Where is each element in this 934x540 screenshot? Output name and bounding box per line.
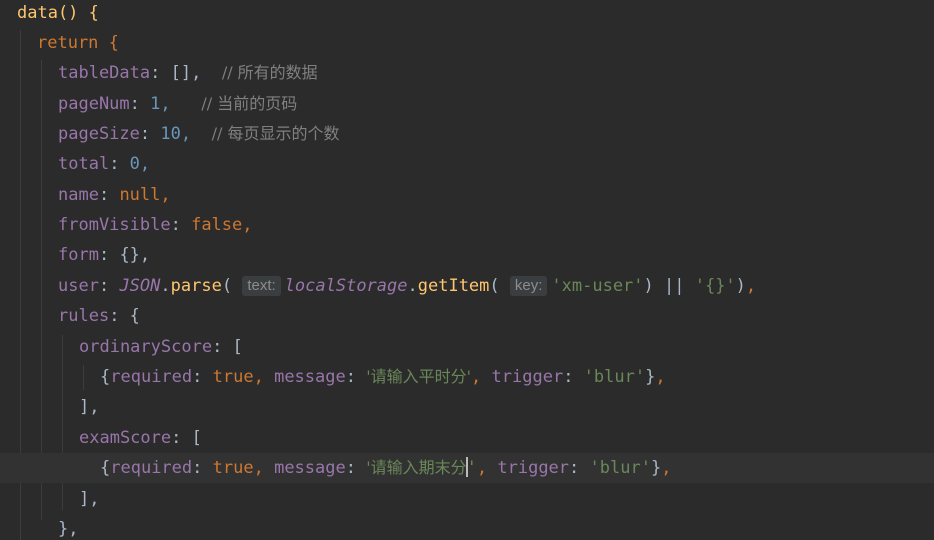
property-value: { bbox=[129, 306, 140, 326]
property-value: 1, bbox=[150, 94, 171, 114]
code-editor[interactable]: data() { return { tableData: [], // 所有的数… bbox=[0, 0, 934, 540]
code-comment: // 每页显示的个数 bbox=[211, 124, 340, 143]
property-key: user bbox=[58, 276, 99, 296]
code-line[interactable]: ], bbox=[0, 392, 934, 422]
code-line[interactable]: }, bbox=[0, 514, 934, 540]
code-comment: // 所有的数据 bbox=[221, 63, 318, 82]
string-literal: '{}' bbox=[694, 276, 736, 296]
code-line[interactable]: user: JSON.parse( text: localStorage.getI… bbox=[0, 271, 934, 301]
code-line[interactable]: form: {}, bbox=[0, 240, 934, 270]
code-line[interactable]: fromVisible: false, bbox=[0, 210, 934, 240]
code-text: }, bbox=[58, 519, 79, 539]
rule-value: true bbox=[212, 367, 254, 387]
parameter-hint: text: bbox=[242, 276, 281, 296]
string-literal: 'xm-user' bbox=[551, 276, 644, 296]
property-value: {}, bbox=[119, 245, 151, 265]
parameter-hint: key: bbox=[509, 276, 548, 296]
string-literal-end: ' bbox=[466, 458, 477, 478]
method-name: parse bbox=[170, 276, 222, 296]
property-value: false, bbox=[191, 215, 253, 235]
code-line[interactable]: ordinaryScore: [ bbox=[0, 332, 934, 362]
property-value: [ bbox=[191, 428, 202, 448]
code-text: ], bbox=[79, 489, 100, 509]
property-key: tableData bbox=[58, 63, 151, 83]
property-key: ordinaryScore bbox=[79, 337, 213, 357]
property-value: 10, bbox=[160, 124, 192, 144]
property-key: pageSize bbox=[58, 124, 140, 144]
code-text: ], bbox=[79, 397, 100, 417]
current-line[interactable]: {required: true, message: '请输入期末分', trig… bbox=[0, 453, 934, 483]
string-literal: 'blur' bbox=[589, 458, 651, 478]
code-line[interactable]: tableData: [], // 所有的数据 bbox=[0, 58, 934, 88]
property-key: total bbox=[58, 154, 110, 174]
property-key: form bbox=[58, 245, 99, 265]
string-literal: 'blur' bbox=[583, 367, 646, 387]
property-key: fromVisible bbox=[58, 215, 171, 235]
code-line[interactable]: {required: true, message: '请输入平时分', trig… bbox=[0, 362, 934, 392]
string-literal: '请输入平时分' bbox=[366, 367, 472, 386]
property-value: [], bbox=[170, 63, 202, 83]
code-line[interactable]: pageSize: 10, // 每页显示的个数 bbox=[0, 119, 934, 149]
property-value: null, bbox=[119, 185, 171, 205]
property-key: name bbox=[58, 185, 99, 205]
code-line[interactable]: return { bbox=[0, 28, 934, 58]
code-line[interactable]: examScore: [ bbox=[0, 423, 934, 453]
code-line[interactable]: ], bbox=[0, 484, 934, 514]
global-object: JSON bbox=[119, 276, 161, 296]
return-statement: return { bbox=[37, 33, 119, 53]
property-key: rules bbox=[58, 306, 110, 326]
method-name: getItem bbox=[417, 276, 490, 296]
string-literal: '请输入期末分 bbox=[366, 458, 467, 477]
method-name: data() { bbox=[17, 3, 99, 23]
property-value: [ bbox=[232, 337, 243, 357]
property-key: pageNum bbox=[58, 94, 130, 114]
property-value: 0, bbox=[129, 154, 151, 174]
code-line[interactable]: data() { bbox=[0, 0, 934, 28]
property-key: examScore bbox=[79, 428, 172, 448]
code-line[interactable]: pageNum: 1, // 当前的页码 bbox=[0, 89, 934, 119]
code-line[interactable]: name: null, bbox=[0, 180, 934, 210]
code-line[interactable]: rules: { bbox=[0, 301, 934, 331]
code-comment: // 当前的页码 bbox=[201, 94, 298, 113]
code-line[interactable]: total: 0, bbox=[0, 149, 934, 179]
rule-value: true bbox=[212, 458, 254, 478]
global-object: localStorage bbox=[284, 276, 408, 296]
